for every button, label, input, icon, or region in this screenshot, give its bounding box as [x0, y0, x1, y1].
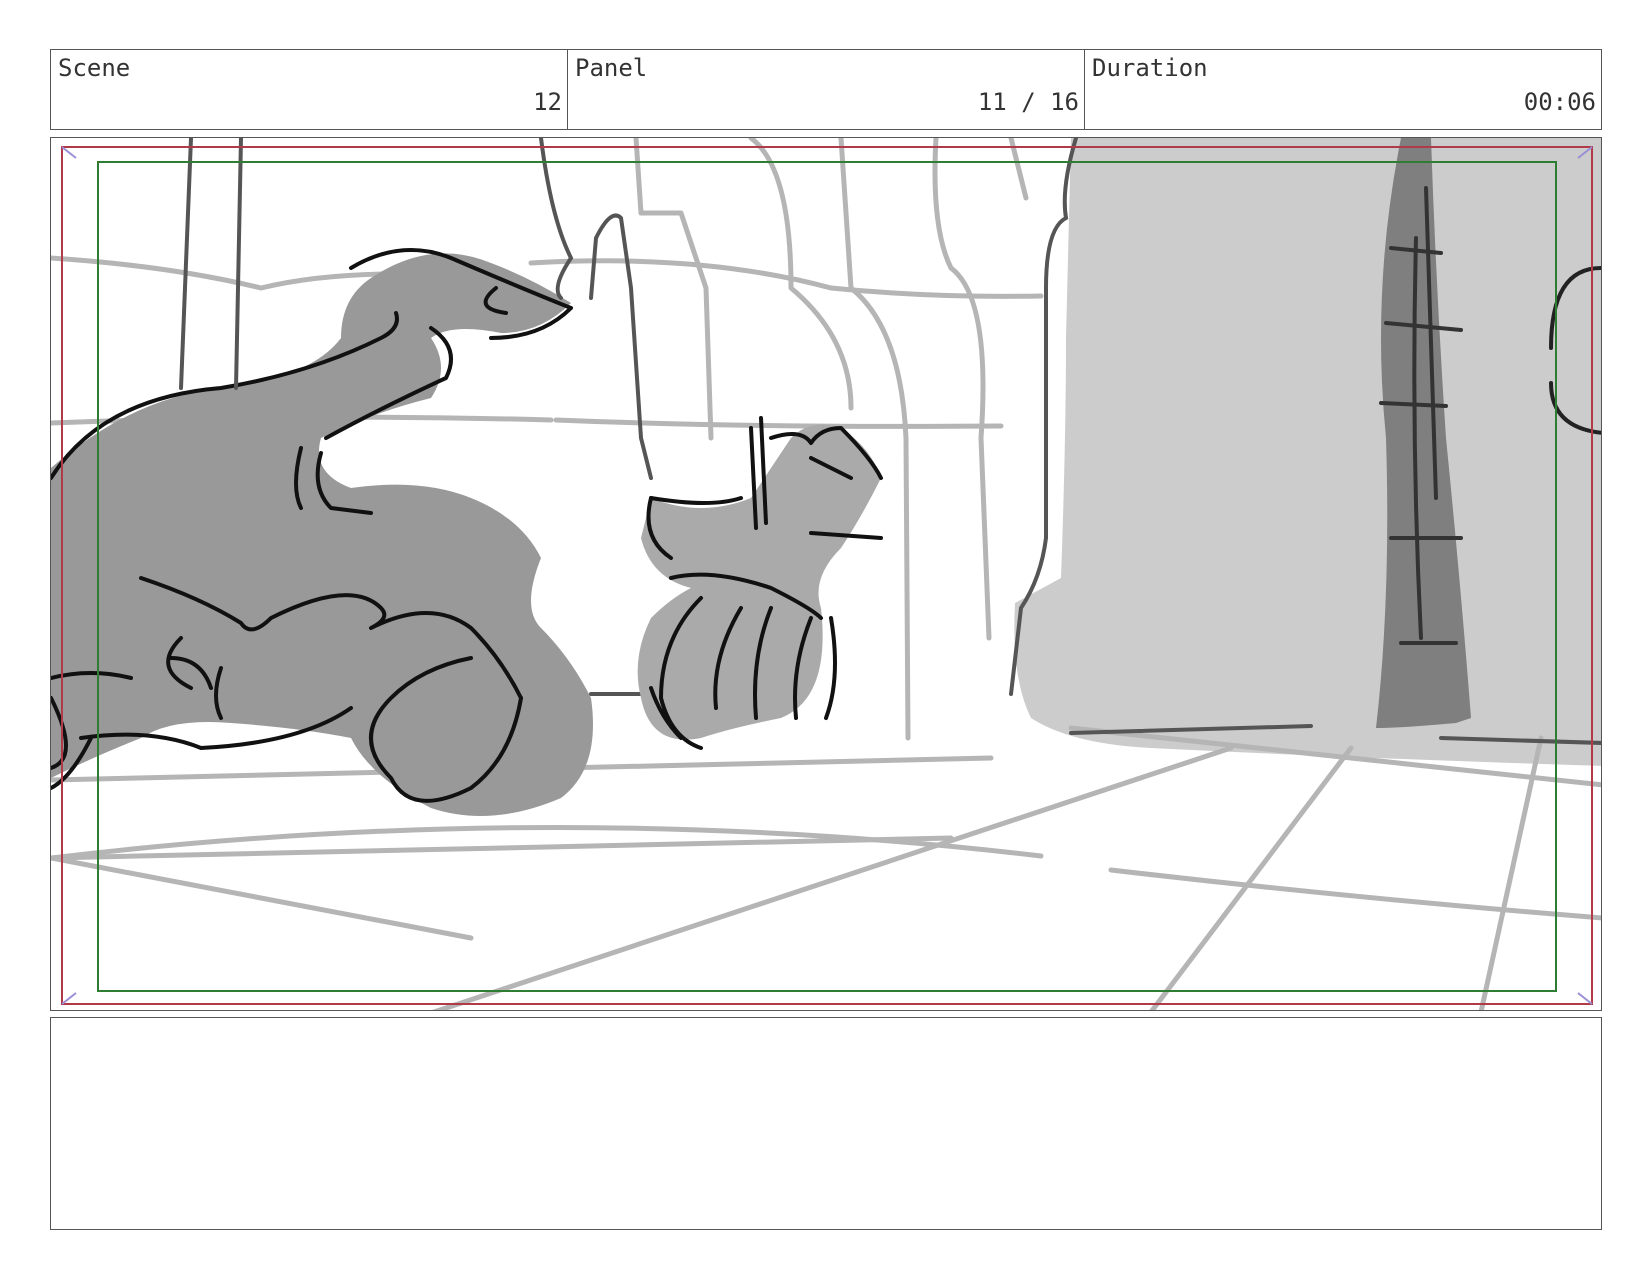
- duration-value: 00:06: [1523, 88, 1596, 116]
- floor-grid: [51, 725, 1601, 1010]
- panel-label: Panel: [575, 54, 648, 82]
- small-rider: [637, 424, 881, 740]
- storyboard-sketch: [51, 138, 1601, 1010]
- scene-number: 12: [533, 88, 562, 116]
- scene-cell: Scene 12: [51, 50, 568, 129]
- panel-notes-box[interactable]: [50, 1017, 1602, 1230]
- panel-number: 11 / 16: [977, 88, 1079, 116]
- duration-label: Duration: [1092, 54, 1208, 82]
- duration-cell: Duration 00:06: [1085, 50, 1601, 129]
- scene-label: Scene: [58, 54, 131, 82]
- panel-info-header: Scene 12 Panel 11 / 16 Duration 00:06: [50, 49, 1602, 130]
- storyboard-panel: [50, 137, 1602, 1011]
- panel-cell: Panel 11 / 16: [568, 50, 1085, 129]
- shaded-wall: [1014, 138, 1601, 766]
